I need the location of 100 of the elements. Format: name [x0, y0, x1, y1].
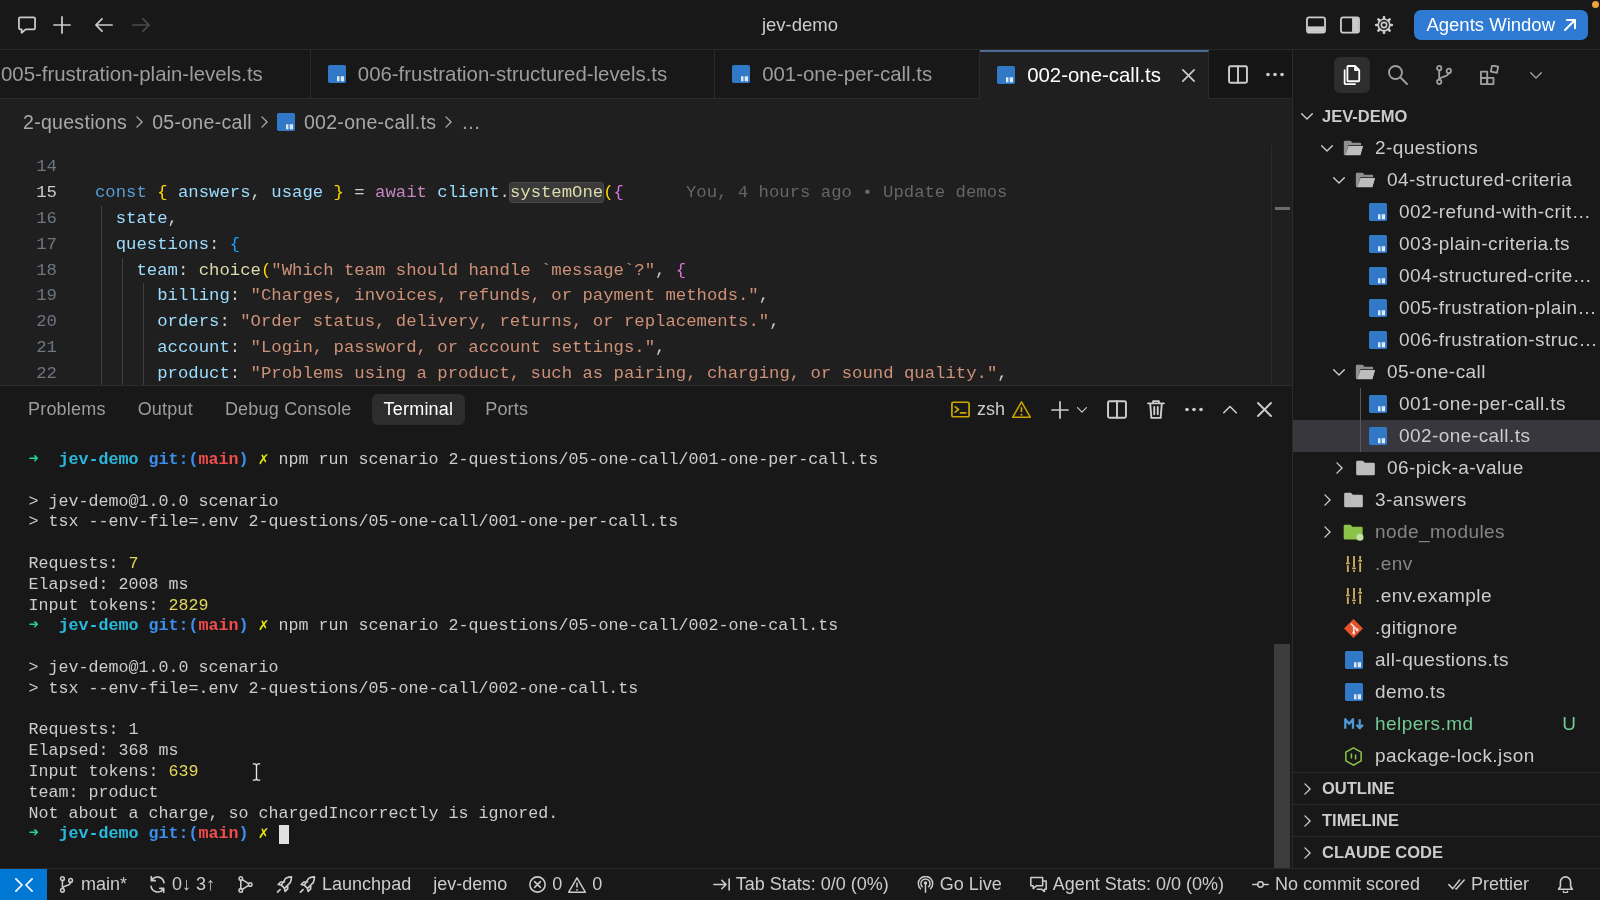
agent-stats-item[interactable]: Agent Stats: 0/0 (0%) — [1015, 869, 1238, 900]
line-number: 16 — [35, 207, 57, 230]
editor-tab[interactable]: 006-frustration-structured-levels.ts — [310, 50, 716, 99]
panel-tab[interactable]: Output — [125, 394, 205, 425]
terminal-line: Input tokens: 639 — [28, 761, 199, 783]
problems-item[interactable]: 0 0 — [518, 869, 614, 900]
tree-item[interactable]: 002-refund-with-crit… — [1293, 196, 1600, 228]
remote-button[interactable] — [0, 869, 47, 900]
workspace-item[interactable]: jev-demo — [422, 869, 519, 900]
terminal-line: ➜ jev-demo git:(main) ✗ — [28, 824, 269, 846]
graph-icon[interactable] — [237, 876, 255, 893]
chevron-up-icon[interactable] — [1223, 405, 1237, 414]
tree-item[interactable]: .env.example — [1293, 580, 1600, 612]
folder-icon — [1343, 523, 1364, 541]
file-badge-icon — [1344, 683, 1363, 701]
terminal-line: Requests: 1 — [28, 720, 139, 742]
sidebar-toggle-icon[interactable] — [1340, 15, 1361, 34]
file-badge-icon — [276, 113, 295, 131]
markdown-icon — [1343, 718, 1364, 730]
more-icon[interactable] — [1185, 407, 1203, 412]
split-icon[interactable] — [1107, 400, 1127, 419]
tree-item[interactable]: 003-plain-criteria.ts — [1293, 228, 1600, 260]
panel-tab[interactable]: Ports — [473, 394, 541, 425]
breadcrumb-item[interactable]: 05-one-call — [152, 110, 252, 134]
line-number: 17 — [35, 233, 57, 256]
line-number: 14 — [35, 156, 57, 178]
panel-tab[interactable]: Debug Console — [212, 394, 364, 425]
go-live-item[interactable]: Go Live — [902, 869, 1016, 900]
activity-tab[interactable] — [1334, 57, 1370, 93]
tree-item[interactable]: 04-structured-criteria — [1293, 164, 1600, 196]
prettier-item[interactable]: Prettier — [1433, 869, 1543, 900]
tab-stats-item[interactable]: Tab Stats: 0/0 (0%) — [698, 869, 903, 900]
text-cursor-icon — [252, 763, 261, 781]
section-header[interactable]: TIMELINE — [1293, 804, 1600, 836]
branch-item[interactable]: main* — [47, 869, 139, 900]
arrow-up-right-icon — [1564, 18, 1576, 31]
tree-item[interactable]: 3-answers — [1293, 484, 1600, 516]
editor-tab[interactable]: 002-one-call.ts — [980, 50, 1209, 99]
file-badge-icon — [1368, 427, 1387, 445]
scrollbar-thumb[interactable] — [1274, 644, 1290, 868]
back-arrow-icon[interactable] — [95, 15, 113, 34]
tree-item[interactable]: 006-frustration-struc… — [1293, 324, 1600, 356]
file-badge-icon — [1368, 235, 1387, 253]
terminal-line: Input tokens: 2829 — [28, 595, 209, 617]
more-icon[interactable] — [1265, 71, 1284, 77]
sync-icon — [149, 876, 167, 893]
agents-window-button[interactable]: Agents Window — [1414, 9, 1588, 40]
tree-item[interactable]: 06-pick-a-value — [1293, 452, 1600, 484]
editor-tab[interactable]: 001-one-per-call.ts — [715, 50, 981, 99]
editor-tab[interactable]: 005-frustration-plain-levels.ts — [0, 50, 311, 99]
split-editor-icon[interactable] — [1227, 64, 1248, 84]
tree-item[interactable]: .env — [1293, 548, 1600, 580]
panel-tab[interactable]: Problems — [16, 394, 118, 425]
tree-item[interactable]: 001-one-per-call.ts — [1293, 388, 1600, 420]
tree-item[interactable]: 2-questions — [1293, 132, 1600, 164]
open-folder-icon — [1343, 140, 1364, 156]
terminal-profile[interactable]: zsh — [951, 399, 1031, 420]
line-number: 20 — [35, 311, 57, 334]
tree-item[interactable]: .gitignore — [1293, 612, 1600, 644]
tree-item[interactable]: 05-one-call — [1293, 356, 1600, 388]
tree-item[interactable]: 002-one-call.ts — [1293, 420, 1600, 452]
chevron-down-icon[interactable] — [1077, 406, 1087, 413]
launchpad-item[interactable]: Launchpad — [265, 869, 423, 900]
tree-item[interactable]: node_modules — [1293, 516, 1600, 548]
breadcrumb-item[interactable]: 2-questions — [23, 110, 128, 134]
close-icon[interactable] — [1257, 402, 1272, 417]
branch-icon — [1434, 65, 1454, 85]
tree-item[interactable]: demo.ts — [1293, 676, 1600, 708]
rocket-icon — [299, 876, 317, 893]
close-icon[interactable] — [1181, 68, 1195, 82]
breadcrumb-item[interactable]: 002-one-call.ts — [276, 110, 437, 134]
section-header[interactable]: OUTLINE — [1293, 772, 1600, 804]
commit-item[interactable]: No commit scored — [1237, 869, 1434, 900]
panel-tab[interactable]: Terminal — [371, 394, 466, 425]
tree-item[interactable]: all-questions.ts — [1293, 644, 1600, 676]
tree-item[interactable]: 004-structured-crite… — [1293, 260, 1600, 292]
hexagon-icon — [1345, 746, 1362, 766]
settings-icon[interactable] — [1374, 15, 1395, 34]
blocks-icon — [1480, 65, 1500, 85]
plus-icon[interactable] — [53, 15, 71, 34]
terminal-line: Not about a charge, so chargedIncorrectly is ignored. — [28, 803, 559, 825]
tree-item[interactable]: helpers.md U — [1293, 708, 1600, 740]
file-badge-icon — [1368, 267, 1387, 285]
explorer-root-header[interactable]: JEV-DEMO — [1293, 100, 1600, 132]
chat-bubbles-icon — [1029, 876, 1047, 893]
terminal-line: Elapsed: 2008 ms — [28, 574, 189, 596]
tree-item[interactable]: 005-frustration-plain… — [1293, 292, 1600, 324]
chevron-down-icon — [1530, 71, 1542, 79]
file-badge-icon — [732, 65, 751, 83]
blame-annotation: You, 4 hours ago • Update demos — [686, 181, 1008, 204]
git-status-label: U — [1562, 713, 1576, 735]
breadcrumb-item[interactable]: … — [461, 110, 482, 134]
plus-icon[interactable] — [1051, 400, 1069, 419]
tree-item[interactable]: package-lock.json — [1293, 740, 1600, 772]
chat-icon[interactable] — [18, 15, 36, 34]
bell-icon[interactable] — [1557, 876, 1574, 893]
panel-toggle-icon[interactable] — [1306, 15, 1327, 34]
trash-icon[interactable] — [1147, 400, 1165, 419]
sync-item[interactable]: 0↓ 3↑ — [138, 869, 227, 900]
file-badge-icon — [997, 66, 1016, 84]
